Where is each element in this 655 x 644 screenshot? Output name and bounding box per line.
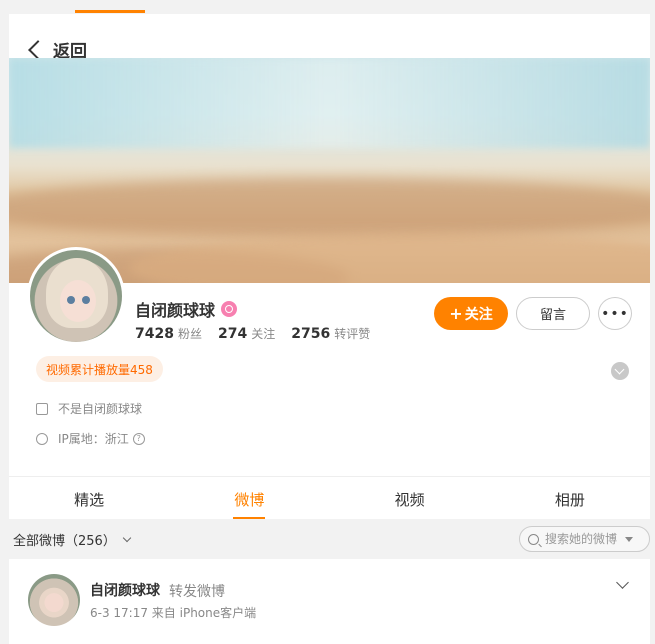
avatar[interactable] bbox=[27, 247, 125, 345]
feed-search bbox=[519, 526, 650, 552]
follow-button[interactable]: + 关注 bbox=[434, 297, 508, 330]
following-label[interactable]: 关注 bbox=[251, 325, 275, 342]
post-card: 自闭颜球球 转发微博 6-3 17:17 来自 iPhone客户端 bbox=[9, 559, 650, 644]
top-strip bbox=[0, 0, 655, 14]
feed-filter-label: 全部微博（256） bbox=[13, 534, 116, 549]
post-author[interactable]: 自闭颜球球 bbox=[90, 580, 160, 600]
followers-label[interactable]: 粉丝 bbox=[178, 325, 202, 342]
post-meta: 6-3 17:17 来自 iPhone客户端 bbox=[90, 606, 257, 620]
search-input[interactable] bbox=[545, 532, 621, 546]
bio-text: 不是自闭颜球球 bbox=[58, 402, 143, 416]
feed-filter-dropdown[interactable]: 全部微博（256） bbox=[13, 530, 132, 549]
engagement-count: 2756 bbox=[291, 326, 331, 342]
following-count[interactable]: 274 bbox=[218, 326, 247, 342]
video-views-badge[interactable]: 视频累计播放量458 bbox=[36, 356, 163, 382]
tab-weibo[interactable]: 微博 bbox=[169, 479, 329, 519]
help-icon[interactable]: ? bbox=[132, 432, 145, 445]
bio-row: 不是自闭颜球球 bbox=[36, 400, 142, 417]
profile-tabs: 精选 微博 视频 相册 bbox=[9, 479, 650, 519]
more-dots-icon: ••• bbox=[601, 305, 629, 322]
video-views-text: 视频累计播放量458 bbox=[46, 362, 153, 377]
message-button[interactable]: 留言 bbox=[516, 297, 590, 330]
post-action: 转发微博 bbox=[169, 584, 225, 600]
message-label: 留言 bbox=[539, 308, 566, 323]
post-menu-chevron-icon[interactable] bbox=[616, 576, 629, 589]
tab-video[interactable]: 视频 bbox=[330, 479, 490, 519]
search-dropdown-icon[interactable] bbox=[625, 536, 633, 542]
engagement-label: 转评赞 bbox=[334, 327, 371, 341]
ip-icon bbox=[36, 432, 48, 445]
followers-count[interactable]: 7428 bbox=[135, 326, 174, 342]
plus-icon: + bbox=[449, 304, 463, 323]
cover-image bbox=[9, 58, 650, 283]
tab-featured[interactable]: 精选 bbox=[9, 479, 169, 519]
chevron-down-icon bbox=[122, 533, 132, 543]
profile-card: 返回 自闭颜球球 7428 粉丝 274 关注 2756 转评赞 + 关注 留言… bbox=[9, 14, 650, 519]
more-button[interactable]: ••• bbox=[598, 297, 632, 330]
top-tab-indicator bbox=[75, 10, 145, 13]
follow-label: 关注 bbox=[464, 306, 493, 323]
post-avatar[interactable] bbox=[28, 574, 80, 626]
verified-badge-icon[interactable] bbox=[221, 301, 238, 317]
search-icon bbox=[528, 533, 539, 545]
profile-name: 自闭颜球球 bbox=[135, 297, 238, 321]
divider bbox=[9, 476, 650, 477]
chevron-left-icon bbox=[28, 39, 48, 60]
ip-text: IP属地：浙江 bbox=[58, 432, 129, 446]
profile-name-text: 自闭颜球球 bbox=[135, 301, 216, 320]
expand-chevron-icon[interactable] bbox=[611, 362, 629, 380]
profile-stats: 7428 粉丝 274 关注 2756 转评赞 bbox=[135, 325, 386, 342]
ip-row: IP属地：浙江 ? bbox=[36, 430, 145, 447]
document-icon bbox=[36, 402, 48, 415]
tab-album[interactable]: 相册 bbox=[490, 479, 650, 519]
